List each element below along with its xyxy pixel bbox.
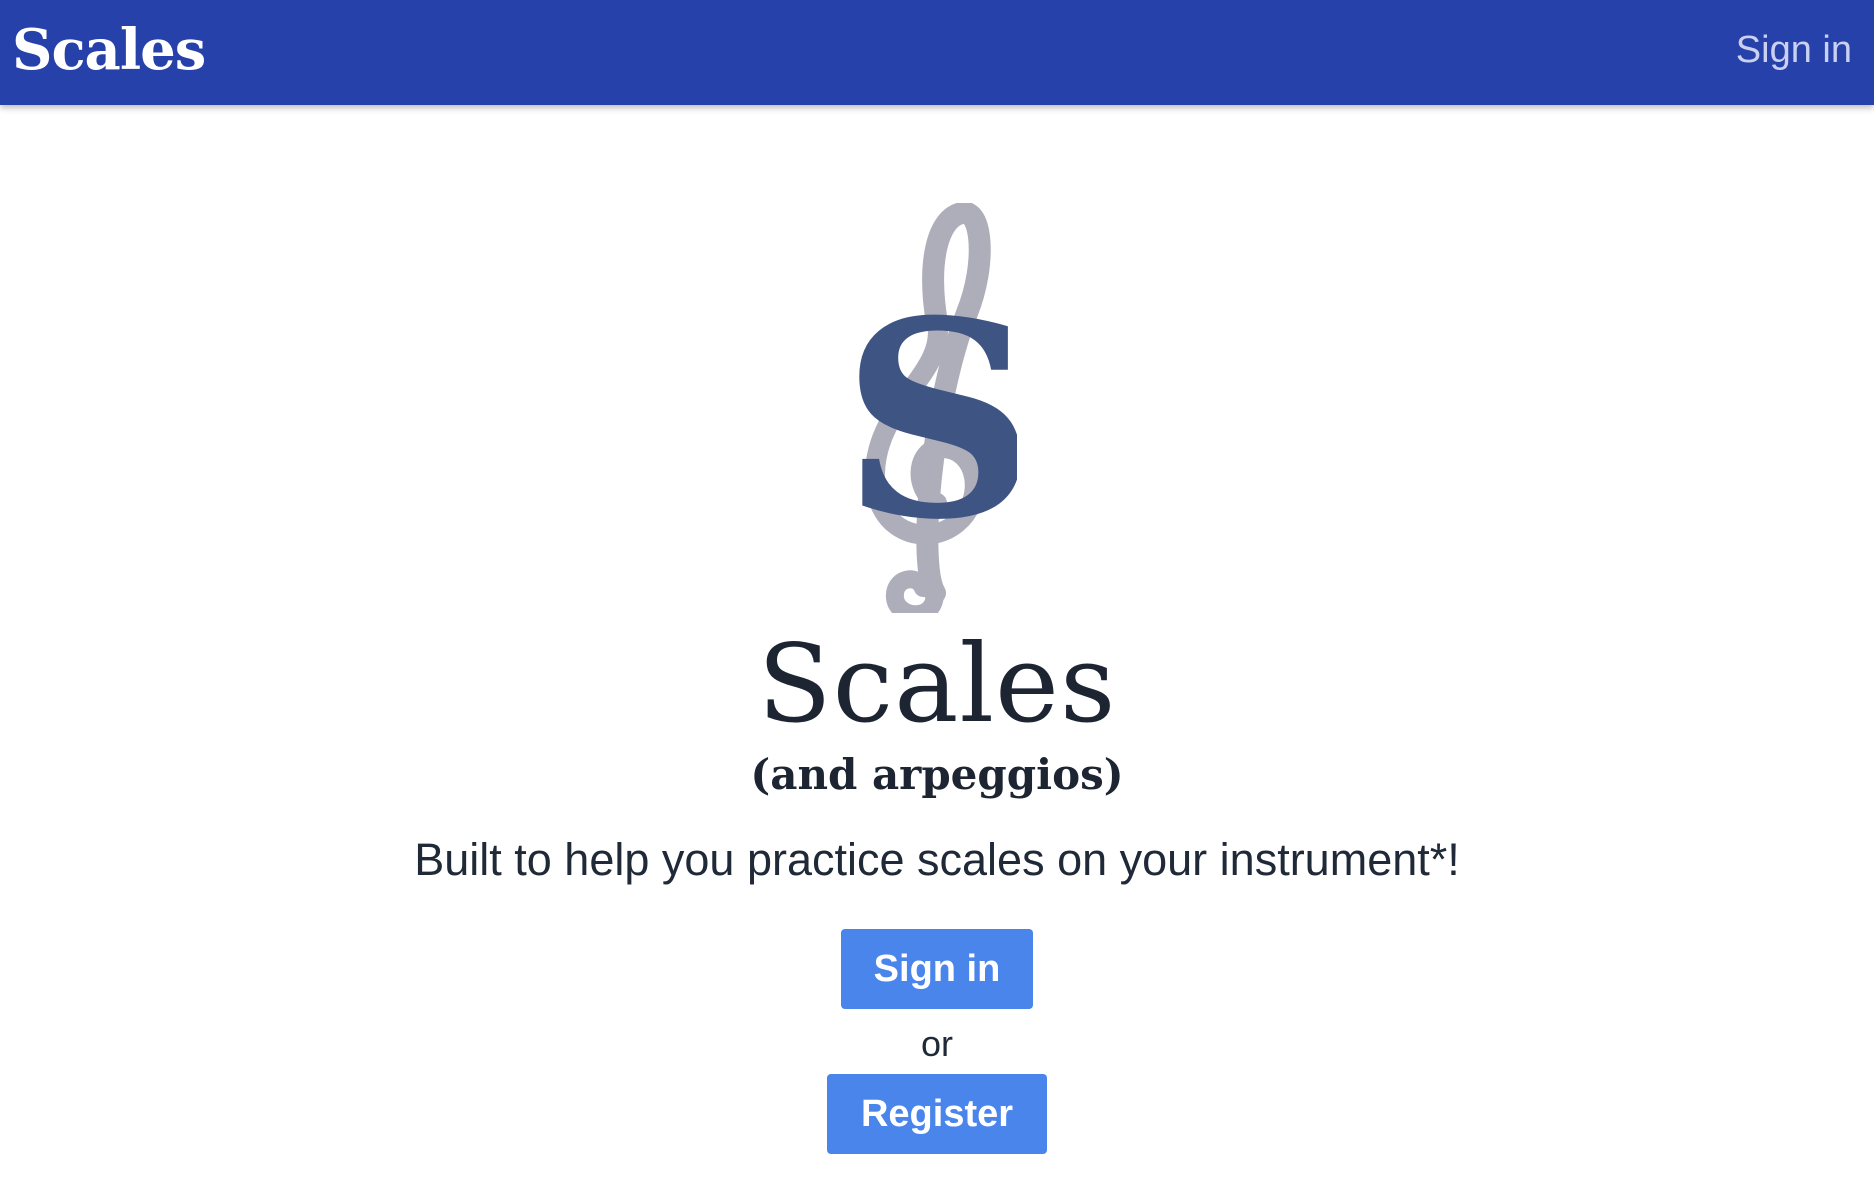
sign-in-button[interactable]: Sign in bbox=[841, 929, 1033, 1009]
or-separator: or bbox=[920, 1023, 953, 1064]
register-button[interactable]: Register bbox=[827, 1074, 1047, 1154]
svg-text:S: S bbox=[857, 261, 1017, 579]
landing-main: S Scales (and arpeggios) Built to help y… bbox=[0, 105, 1874, 1202]
hero-title: Scales bbox=[757, 622, 1117, 747]
top-navbar: Scales Sign in bbox=[0, 0, 1874, 105]
nav-sign-in-link[interactable]: Sign in bbox=[1736, 26, 1852, 74]
hero-subtitle: (and arpeggios) bbox=[750, 750, 1124, 799]
hero-tagline: Built to help you practice scales on you… bbox=[414, 834, 1460, 885]
treble-clef-logo-icon: S bbox=[842, 201, 1037, 624]
brand-link[interactable]: Scales bbox=[12, 14, 206, 86]
